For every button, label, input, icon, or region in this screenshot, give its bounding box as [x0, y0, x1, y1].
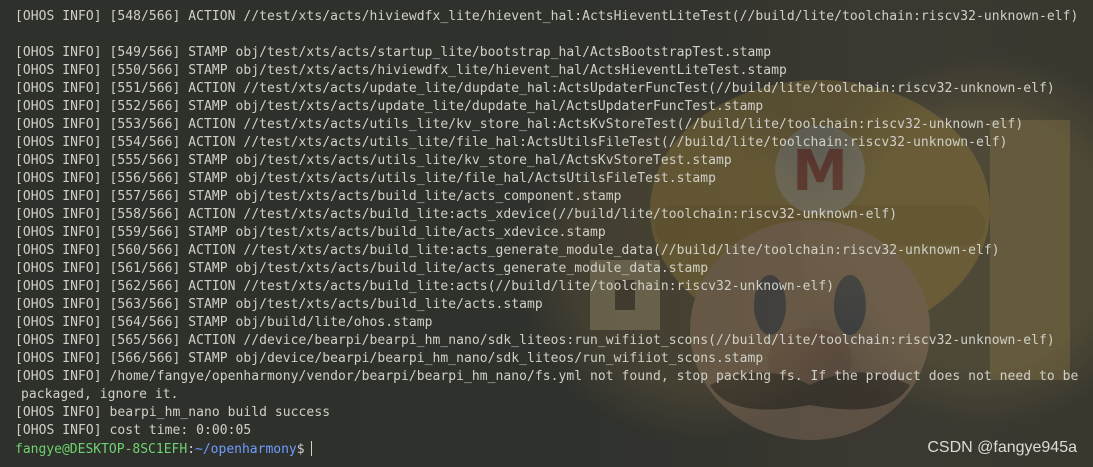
- terminal-output: [OHOS INFO] [548/566] ACTION //test/xts/…: [15, 8, 1093, 460]
- output-line: [OHOS INFO] [553/566] ACTION //test/xts/…: [15, 117, 1024, 132]
- output-line: [OHOS INFO] [554/566] ACTION //test/xts/…: [15, 135, 1008, 150]
- output-line: [OHOS INFO] [560/566] ACTION //test/xts/…: [15, 243, 1000, 258]
- output-line: [OHOS INFO] [549/566] STAMP obj/test/xts…: [15, 45, 772, 60]
- prompt-symbol: $: [296, 442, 305, 457]
- prompt-separator: :: [187, 442, 196, 457]
- output-line: [OHOS INFO] [550/566] STAMP obj/test/xts…: [15, 63, 787, 78]
- output-line: [OHOS INFO] [564/566] STAMP obj/build/li…: [15, 315, 433, 330]
- output-line: [OHOS INFO] [566/566] STAMP obj/device/b…: [15, 351, 764, 366]
- output-line: [OHOS INFO] [565/566] ACTION //device/be…: [15, 333, 1055, 348]
- output-line: [OHOS INFO] [559/566] STAMP obj/test/xts…: [15, 225, 606, 240]
- output-line: [OHOS INFO] [556/566] STAMP obj/test/xts…: [15, 171, 717, 186]
- prompt-user-host: fangye@DESKTOP-8SC1EFH: [15, 442, 188, 457]
- output-line-wrapped: packaged, ignore it.: [21, 387, 179, 402]
- output-line: [OHOS INFO] /home/fangye/openharmony/ven…: [15, 369, 1079, 384]
- text-cursor[interactable]: [310, 441, 312, 456]
- output-line: [OHOS INFO] [563/566] STAMP obj/test/xts…: [15, 297, 543, 312]
- output-line: [OHOS INFO] bearpi_hm_nano build success: [15, 405, 331, 420]
- output-line: [OHOS INFO] [561/566] STAMP obj/test/xts…: [15, 261, 709, 276]
- terminal-window[interactable]: M [OHOS INFO] [548/566] ACTION //test/xt…: [0, 0, 1093, 467]
- output-line: [OHOS INFO] cost time: 0:00:05: [15, 423, 252, 438]
- output-line: [OHOS INFO] [552/566] STAMP obj/test/xts…: [15, 99, 764, 114]
- output-line: [OHOS INFO] [557/566] STAMP obj/test/xts…: [15, 189, 622, 204]
- output-line: [OHOS INFO] [562/566] ACTION //test/xts/…: [15, 279, 835, 294]
- output-line: [15, 26, 1093, 44]
- prompt-path: ~/openharmony: [195, 442, 297, 457]
- output-line: [OHOS INFO] [555/566] STAMP obj/test/xts…: [15, 153, 732, 168]
- output-line: [OHOS INFO] [551/566] ACTION //test/xts/…: [15, 81, 1055, 96]
- output-line: [OHOS INFO] [548/566] ACTION //test/xts/…: [15, 9, 1079, 24]
- output-line: [OHOS INFO] [558/566] ACTION //test/xts/…: [15, 207, 898, 222]
- csdn-watermark: CSDN @fangye945a: [927, 439, 1077, 456]
